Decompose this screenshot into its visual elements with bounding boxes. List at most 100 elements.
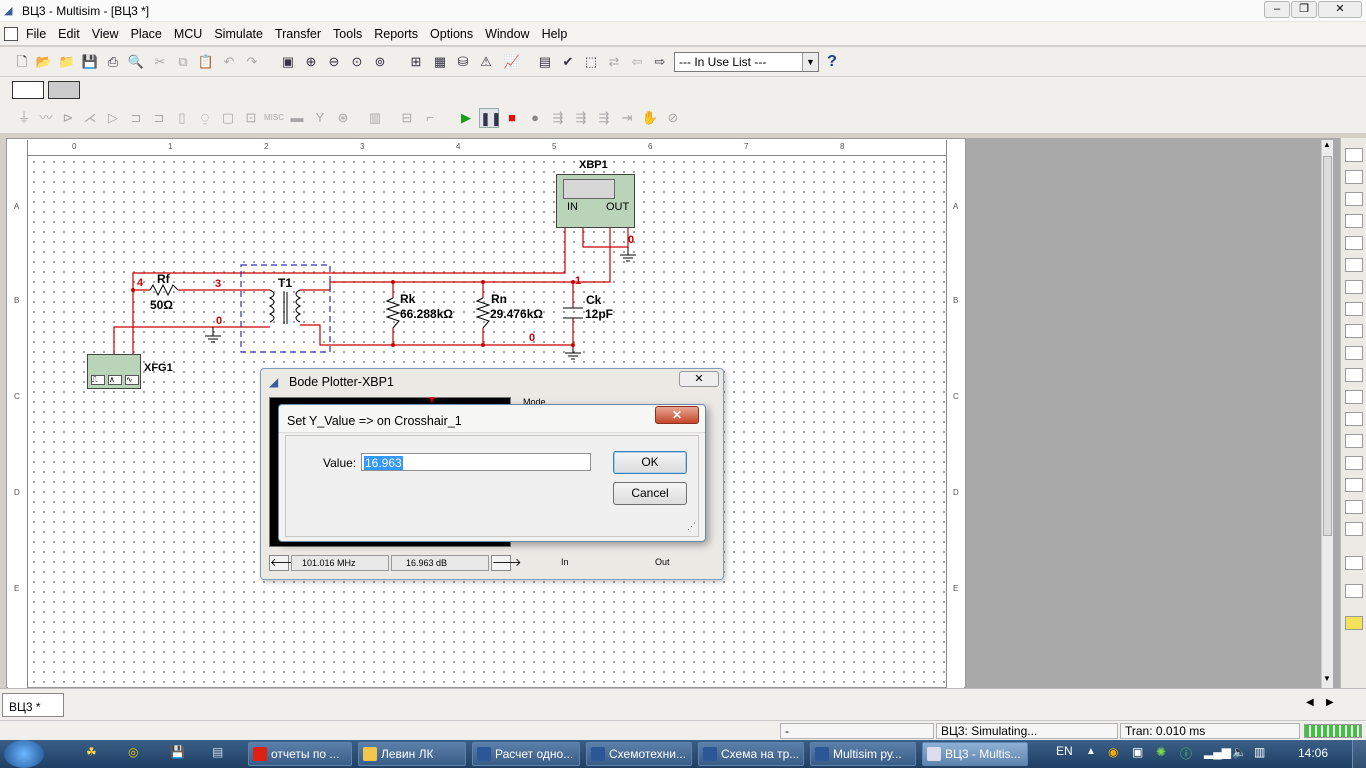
status-bar: - ВЦ3: Simulating... Tran: 0.010 ms	[0, 720, 1366, 740]
xfg1-ref[interactable]: XFG1	[144, 362, 173, 374]
instruments-toolbar	[1340, 138, 1366, 688]
current-probe-icon[interactable]	[1345, 616, 1363, 630]
quick-launch-icon-2[interactable]: ◎	[128, 745, 146, 763]
frequency-readout-text: 101.016 MHz	[302, 558, 356, 568]
spectrum-analyzer-icon[interactable]	[1345, 412, 1363, 426]
taskbar-item-word-1[interactable]: Расчет одно...	[472, 742, 580, 766]
tray-expand-icon[interactable]: ▲	[1086, 746, 1096, 757]
ck-ref[interactable]: Ck	[586, 293, 601, 307]
agilent-scope-icon[interactable]	[1345, 500, 1363, 514]
t1-ref[interactable]: T1	[278, 276, 292, 290]
circuit-wires	[113, 228, 636, 360]
dialog-title: Set Y_Value => on Crosshair_1	[287, 414, 462, 428]
maximize-button[interactable]: ❐	[1291, 1, 1317, 18]
tab-vc3[interactable]: ВЦ3 *	[2, 693, 64, 717]
start-button[interactable]	[4, 740, 44, 768]
language-indicator[interactable]: EN	[1056, 744, 1073, 758]
tray-green-icon[interactable]: ✺	[1156, 745, 1166, 759]
taskbar-item-word-2[interactable]: Схемотехни...	[586, 742, 692, 766]
logic-converter-icon[interactable]	[1345, 346, 1363, 360]
taskbar-item-opera[interactable]: отчеты по ...	[248, 742, 352, 766]
word-icon	[591, 747, 605, 761]
iv-analyzer-icon[interactable]	[1345, 368, 1363, 382]
quick-launch-icon-3[interactable]: 💾	[170, 745, 188, 763]
quick-launch-icon-4[interactable]: ▤	[212, 745, 230, 763]
logic-analyzer-icon[interactable]	[1345, 324, 1363, 338]
labview-icon[interactable]	[1345, 584, 1363, 598]
bode-close-button[interactable]: ✕	[679, 371, 719, 387]
rk-value[interactable]: 66.288kΩ	[400, 307, 453, 321]
xbp1-out-label: OUT	[606, 201, 630, 213]
taskbar-item-label: Схема на тр...	[721, 747, 800, 761]
network-analyzer-icon[interactable]	[1345, 434, 1363, 448]
taskbar-item-multisim[interactable]: ВЦ3 - Multis...	[922, 742, 1028, 766]
taskbar-item-word-3[interactable]: Схема на тр...	[698, 742, 804, 766]
wattmeter-icon[interactable]	[1345, 192, 1363, 206]
distortion-analyzer-icon[interactable]	[1345, 390, 1363, 404]
taskbar-item-word-4[interactable]: Multisim ру...	[810, 742, 916, 766]
bode-plotter-instrument[interactable]: IN OUT	[556, 174, 635, 228]
simulation-progress-indicator	[1304, 724, 1362, 738]
net-label[interactable]: 1	[575, 275, 581, 287]
scroll-up-icon[interactable]: ▲	[1323, 140, 1331, 149]
value-input[interactable]: 16.963	[361, 453, 591, 471]
ok-button[interactable]: OK	[613, 451, 687, 474]
resize-grip-icon[interactable]: ⋰	[687, 521, 696, 532]
oscilloscope-icon[interactable]	[1345, 214, 1363, 228]
bode-plotter-icon[interactable]	[1345, 258, 1363, 272]
crosshair-left-button[interactable]: 🡐	[269, 555, 300, 571]
word-generator-icon[interactable]	[1345, 302, 1363, 316]
minimize-button[interactable]: –	[1264, 1, 1290, 18]
rn-value[interactable]: 29.476kΩ	[490, 307, 543, 321]
in-terminal-label: In	[561, 557, 569, 567]
tray-device-icon[interactable]: ▥	[1254, 745, 1265, 759]
tray-app-icon[interactable]: ▣	[1132, 745, 1143, 759]
net-label[interactable]: 0	[529, 332, 535, 344]
status-cell-selection: -	[780, 723, 934, 739]
taskbar-item-label: отчеты по ...	[271, 747, 340, 761]
multimeter-icon[interactable]	[1345, 148, 1363, 162]
dialog-close-button[interactable]: ✕	[655, 406, 699, 424]
net-label[interactable]: 4	[137, 277, 143, 289]
db-readout-text: 16.963 dB	[406, 558, 448, 568]
set-y-value-dialog[interactable]: Set Y_Value => on Crosshair_1 ✕ Value: 1…	[278, 404, 706, 542]
rf-ref[interactable]: Rf	[157, 272, 170, 286]
net-label[interactable]: 0	[628, 234, 634, 246]
rk-ref[interactable]: Rk	[400, 292, 415, 306]
show-desktop-button[interactable]	[1352, 740, 1366, 768]
tektronix-scope-icon[interactable]	[1345, 522, 1363, 536]
volume-icon[interactable]: 🔈	[1232, 745, 1247, 759]
tray-media-icon[interactable]: ◉	[1108, 745, 1118, 759]
scrollbar-thumb[interactable]	[1323, 156, 1332, 536]
tray-info-icon[interactable]: ⓘ	[1180, 745, 1192, 762]
xbp1-ref[interactable]: XBP1	[579, 159, 608, 171]
tab-scroll-right-icon[interactable]: ▶	[1326, 697, 1334, 708]
taskbar-item-folder[interactable]: Левин ЛК	[358, 742, 466, 766]
scroll-down-icon[interactable]: ▼	[1323, 674, 1331, 683]
word-icon	[477, 747, 491, 761]
network-icon[interactable]: ▂▄▆	[1204, 745, 1231, 759]
tab-scroll-left-icon[interactable]: ◀	[1306, 697, 1314, 708]
quick-launch-icon-1[interactable]: ☘	[86, 745, 104, 763]
frequency-counter-icon[interactable]	[1345, 280, 1363, 294]
clock[interactable]: 14:06	[1298, 746, 1328, 760]
agilent-generator-icon[interactable]	[1345, 456, 1363, 470]
four-channel-scope-icon[interactable]	[1345, 236, 1363, 250]
bode-window-title: Bode Plotter-XBP1	[289, 375, 394, 389]
taskbar-item-label: Левин ЛК	[381, 747, 434, 761]
net-label[interactable]: 3	[215, 278, 221, 290]
vertical-scrollbar[interactable]: ▲ ▼	[1321, 140, 1333, 688]
close-button[interactable]: ✕	[1318, 1, 1362, 18]
status-cell-time: Tran: 0.010 ms	[1120, 723, 1300, 739]
ck-value[interactable]: 12pF	[585, 307, 613, 321]
function-generator-icon[interactable]	[1345, 170, 1363, 184]
rn-ref[interactable]: Rn	[491, 292, 507, 306]
net-label[interactable]: 0	[216, 315, 222, 327]
rf-value[interactable]: 50Ω	[150, 298, 173, 312]
dialog-header: Set Y_Value => on Crosshair_1 ✕	[279, 405, 705, 433]
crosshair-right-button[interactable]: 🡒	[491, 555, 522, 571]
cancel-button[interactable]: Cancel	[613, 482, 687, 505]
measurement-probe-icon[interactable]	[1345, 556, 1363, 570]
function-generator-instrument[interactable]: ⎍ ∧ ∿	[87, 354, 141, 389]
agilent-multimeter-icon[interactable]	[1345, 478, 1363, 492]
